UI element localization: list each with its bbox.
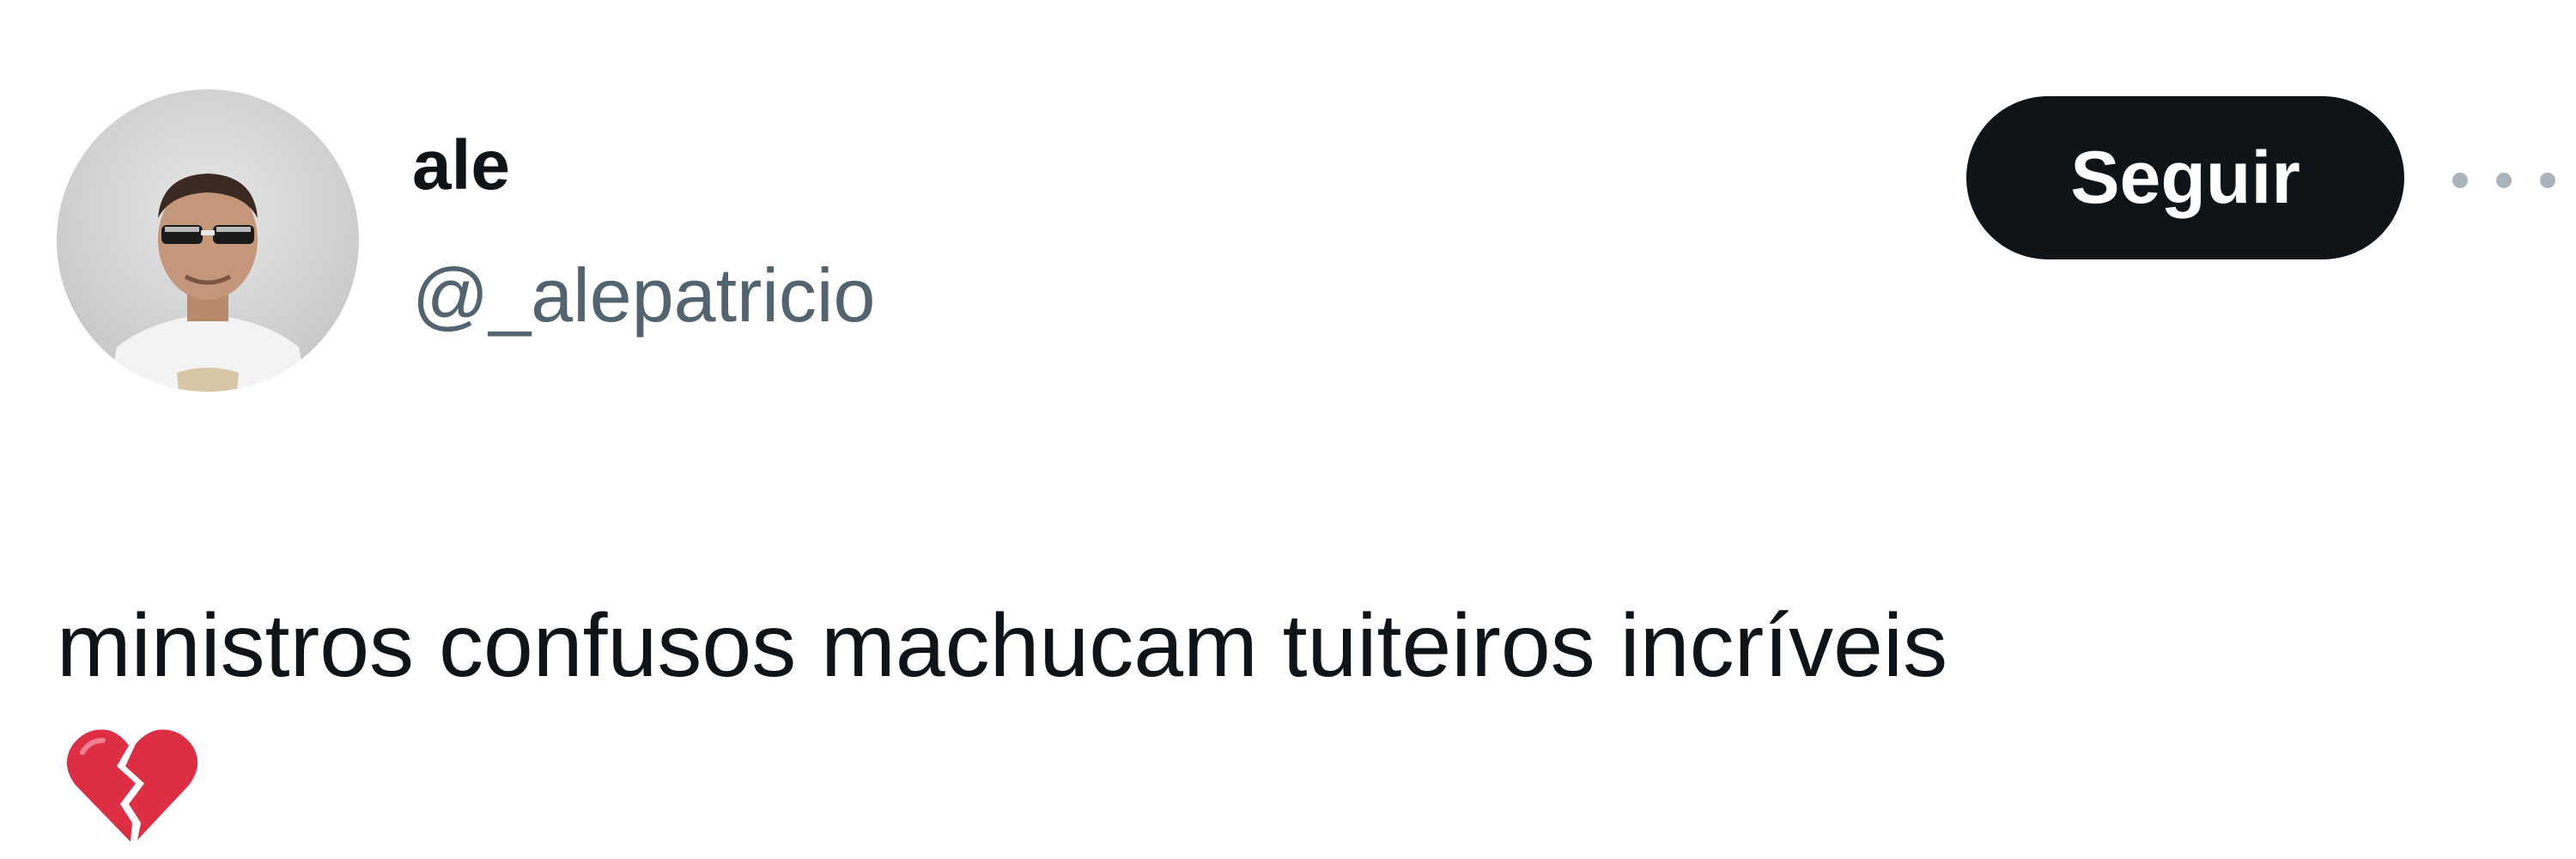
more-options-button[interactable] [2452, 155, 2555, 206]
ellipsis-icon-dot [2540, 173, 2555, 188]
tweet-card: ale @_alepatricio Seguir ministros confu… [0, 0, 2576, 859]
profile-photo-icon [108, 174, 307, 392]
ellipsis-icon-dot [2496, 173, 2512, 188]
broken-heart-icon [64, 722, 201, 850]
display-name[interactable]: ale [412, 131, 510, 201]
avatar[interactable] [57, 89, 359, 392]
user-handle[interactable]: @_alepatricio [412, 258, 875, 333]
ellipsis-icon [2452, 173, 2468, 188]
follow-button[interactable]: Seguir [1966, 96, 2404, 259]
tweet-text: ministros confusos machucam tuiteiros in… [57, 596, 1948, 696]
